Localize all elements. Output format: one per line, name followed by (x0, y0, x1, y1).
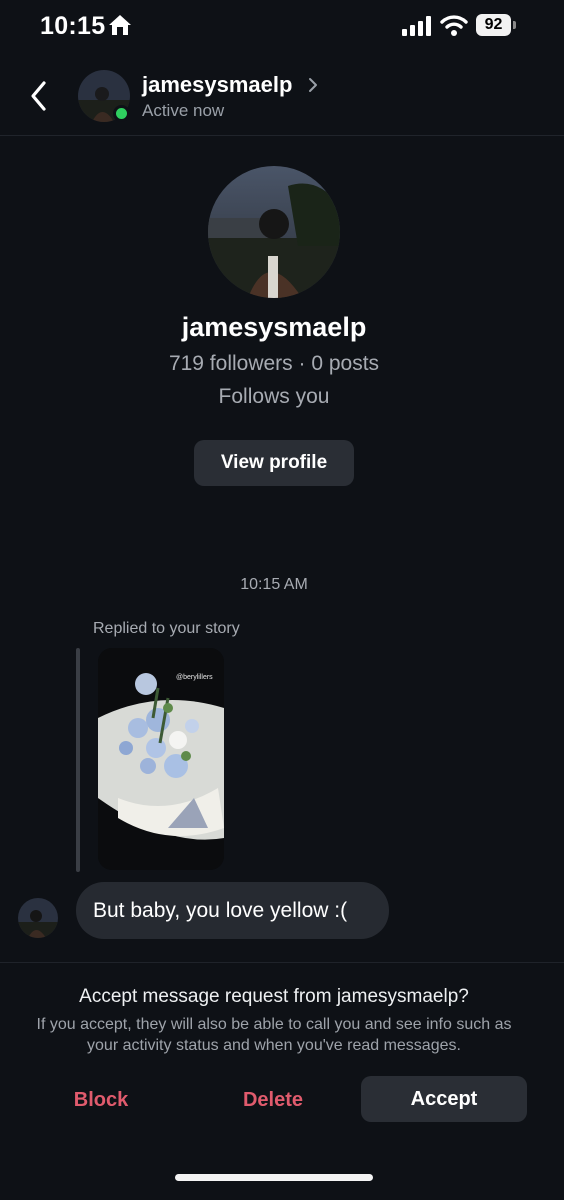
wifi-icon (440, 15, 468, 36)
battery-icon: 92 (476, 14, 516, 36)
request-divider (0, 962, 564, 963)
status-time: 10:15 (40, 12, 106, 40)
request-title: Accept message request from jamesysmaelp… (79, 986, 469, 1007)
battery-level: 92 (476, 14, 511, 36)
story-thumbnail[interactable]: @berylillers (98, 648, 224, 870)
online-indicator (113, 105, 130, 122)
dm-screen: 10:15 92 jamesysmaelp Active now jamesys… (0, 0, 564, 1200)
header-active-status: Active now (142, 101, 225, 120)
header-username[interactable]: jamesysmaelp (142, 72, 292, 98)
delete-button[interactable]: Delete (212, 1080, 334, 1120)
chat-header: jamesysmaelp Active now (0, 56, 564, 136)
battery-tip (513, 21, 516, 29)
profile-stats: 719 followers · 0 posts (168, 352, 380, 375)
chevron-right-icon[interactable] (306, 76, 320, 94)
message-timestamp: 10:15 AM (240, 576, 308, 593)
signal-icon (402, 16, 431, 36)
status-bar: 10:15 92 (0, 0, 564, 54)
accept-button[interactable]: Accept (361, 1076, 527, 1122)
reply-indicator-bar (76, 648, 80, 872)
replied-to-story-label: Replied to your story (93, 620, 240, 637)
profile-avatar[interactable] (208, 166, 340, 298)
back-icon[interactable] (24, 78, 56, 114)
sender-avatar[interactable] (18, 898, 58, 938)
profile-username: jamesysmaelp (181, 312, 367, 342)
message-bubble[interactable]: But baby, you love yellow :( (76, 882, 389, 939)
profile-follows-you: Follows you (218, 385, 330, 408)
request-description: If you accept, they will also be able to… (36, 1016, 512, 1054)
home-icon (109, 15, 131, 35)
story-mention-tag: @berylillers (176, 674, 213, 681)
home-indicator[interactable] (175, 1174, 373, 1181)
view-profile-button[interactable]: View profile (194, 440, 354, 486)
block-button[interactable]: Block (40, 1080, 162, 1120)
